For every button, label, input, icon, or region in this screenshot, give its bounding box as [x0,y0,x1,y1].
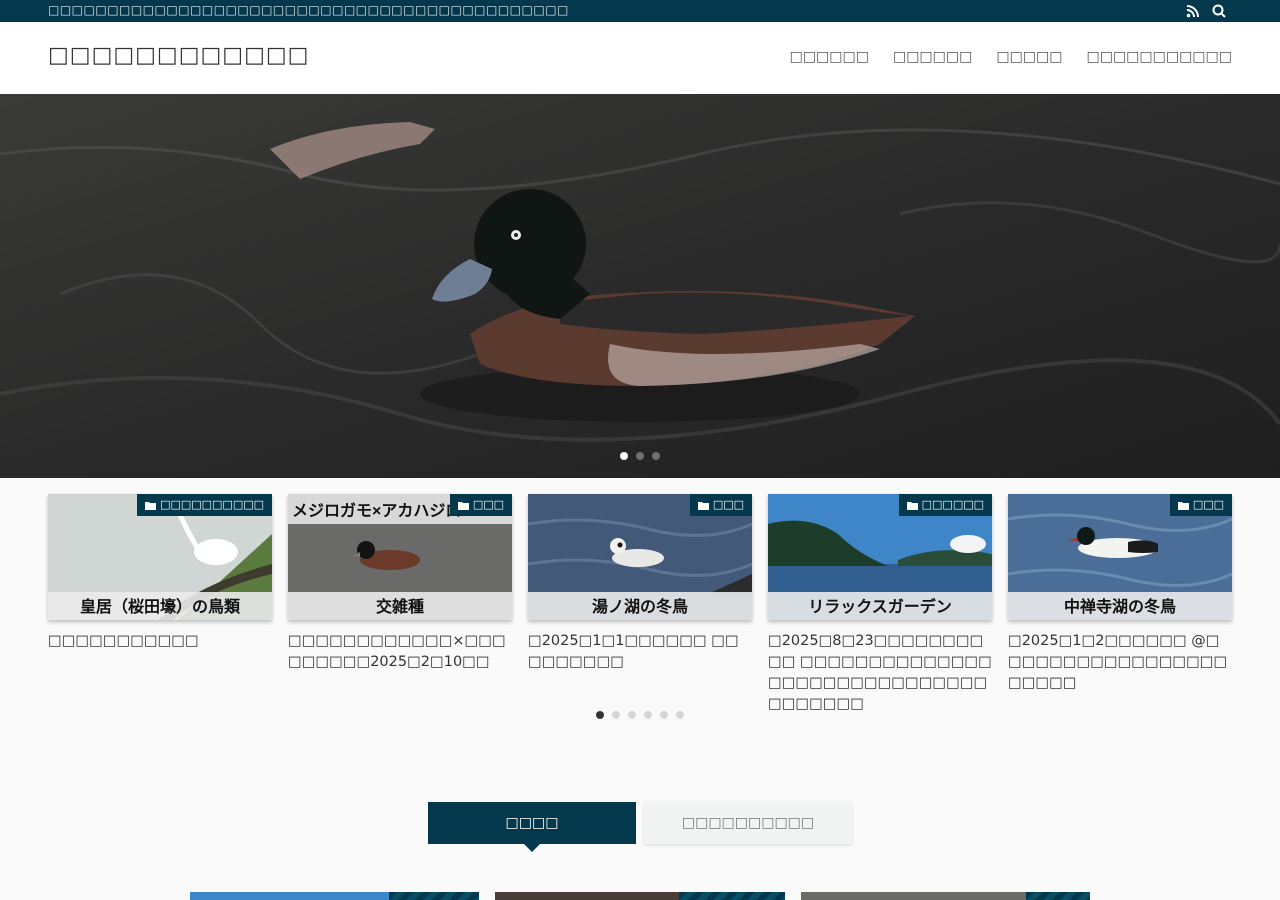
nav-item-4[interactable]: □□□□□□□□□□□ [1086,49,1232,65]
hero-dot[interactable] [652,452,660,460]
category-label: □□□ [472,498,504,511]
category-label: □□□□□□ [921,498,984,511]
carousel-pagination [596,711,684,719]
post-list-tabs: □□□□ □□□□□□□□□□ [428,802,852,852]
site-title[interactable]: □□□□□□□□□□□□ [48,43,309,68]
site-tagline: □□□□□□□□□□□□□□□□□□□□□□□□□□□□□□□□□□□□□□□□… [48,3,569,17]
folder-icon [457,501,469,510]
carousel-dot[interactable] [644,711,652,719]
thumb-caption: 皇居（桜田壕）の鳥類 [48,592,272,620]
thumb-caption: リラックスガーデン [768,592,992,620]
carousel-card[interactable]: □□□□□□□□□□ 皇居（桜田壕）の鳥類 □□□□□□□□□□□ [48,494,272,652]
hero-duck-image [0,94,1280,478]
thumb-caption: 中禅寺湖の冬鳥 [1008,592,1232,620]
top-bar: □□□□□□□□□□□□□□□□□□□□□□□□□□□□□□□□□□□□□□□□… [0,0,1280,22]
carousel-card[interactable]: □□□ 湯ノ湖の冬鳥 □2025□1□1□□□□□□ □□□□□□□□□ [528,494,752,673]
hero-slider[interactable] [0,94,1280,478]
category-badge[interactable] [389,892,479,900]
search-icon[interactable] [1211,3,1227,19]
category-badge[interactable]: □□□ [449,494,512,516]
global-nav: □□□□□□ □□□□□□ □□□□□ □□□□□□□□□□□ [790,49,1232,65]
category-badge[interactable] [1026,892,1090,900]
card-title[interactable]: □2025□1□2□□□□□□ @□□□□□□□□□□□□□□□□□□□□□□ [1008,631,1232,694]
category-badge[interactable]: □□□ [689,494,752,516]
hero-dot[interactable] [636,452,644,460]
category-badge[interactable]: □□□□□□ [898,494,992,516]
post-thumbnail[interactable] [495,892,785,900]
card-thumbnail: □□□□□□□□□□ 皇居（桜田壕）の鳥類 [48,494,272,620]
carousel-dot[interactable] [612,711,620,719]
carousel-dot[interactable] [628,711,636,719]
card-thumbnail: メジロガモ×アカハジロ □□□ 交雑種 [288,494,512,620]
nav-item-1[interactable]: □□□□□□ [790,49,869,65]
folder-icon [906,501,918,510]
category-label: □□□ [712,498,744,511]
category-label: □□□□□□□□□□ [160,498,264,511]
post-grid [190,892,1090,900]
card-title[interactable]: □□□□□□□□□□□ [48,631,272,652]
category-badge[interactable]: □□□□□□□□□□ [137,494,272,516]
featured-carousel: □□□□□□□□□□ 皇居（桜田壕）の鳥類 □□□□□□□□□□□ メジロガモ×… [48,494,1232,712]
folder-icon [145,501,157,510]
nav-item-3[interactable]: □□□□□ [996,49,1062,65]
post-thumbnail[interactable] [801,892,1090,900]
tab-new-posts[interactable]: □□□□ [428,802,636,852]
thumb-caption: 交雑種 [288,592,512,620]
category-badge[interactable]: □□□ [1169,494,1232,516]
tab-other-posts[interactable]: □□□□□□□□□□ [644,802,852,844]
thumb-caption: 湯ノ湖の冬鳥 [528,592,752,620]
card-thumbnail: □□□ 中禅寺湖の冬鳥 [1008,494,1232,620]
carousel-dot[interactable] [596,711,604,719]
card-title[interactable]: □2025□8□23□□□□□□□□□□ □□□□□□□□□□□□□□□□□□□… [768,631,992,715]
carousel-dot[interactable] [676,711,684,719]
site-header: □□□□□□□□□□□□ □□□□□□ □□□□□□ □□□□□ □□□□□□□… [0,22,1280,94]
thumb-overlay-text: メジロガモ×アカハジロ [292,502,461,520]
rss-icon[interactable] [1185,3,1201,19]
post-thumbnail[interactable] [190,892,479,900]
folder-icon [697,501,709,510]
card-title[interactable]: □□□□□□□□□□□□×□□□□□□□□□2025□2□10□□ [288,631,512,673]
category-badge[interactable] [679,892,785,900]
card-thumbnail: □□□□□□ リラックスガーデン [768,494,992,620]
folder-icon [1177,501,1189,510]
carousel-card[interactable]: □□□ 中禅寺湖の冬鳥 □2025□1□2□□□□□□ @□□□□□□□□□□□… [1008,494,1232,694]
carousel-card[interactable]: □□□□□□ リラックスガーデン □2025□8□23□□□□□□□□□□ □□… [768,494,992,715]
carousel-card[interactable]: メジロガモ×アカハジロ □□□ 交雑種 □□□□□□□□□□□□×□□□□□□□… [288,494,512,673]
category-label: □□□ [1192,498,1224,511]
carousel-dot[interactable] [660,711,668,719]
card-title[interactable]: □2025□1□1□□□□□□ □□□□□□□□□ [528,631,752,673]
hero-dot[interactable] [620,452,628,460]
nav-item-2[interactable]: □□□□□□ [893,49,972,65]
hero-pagination [620,452,660,460]
card-thumbnail: □□□ 湯ノ湖の冬鳥 [528,494,752,620]
